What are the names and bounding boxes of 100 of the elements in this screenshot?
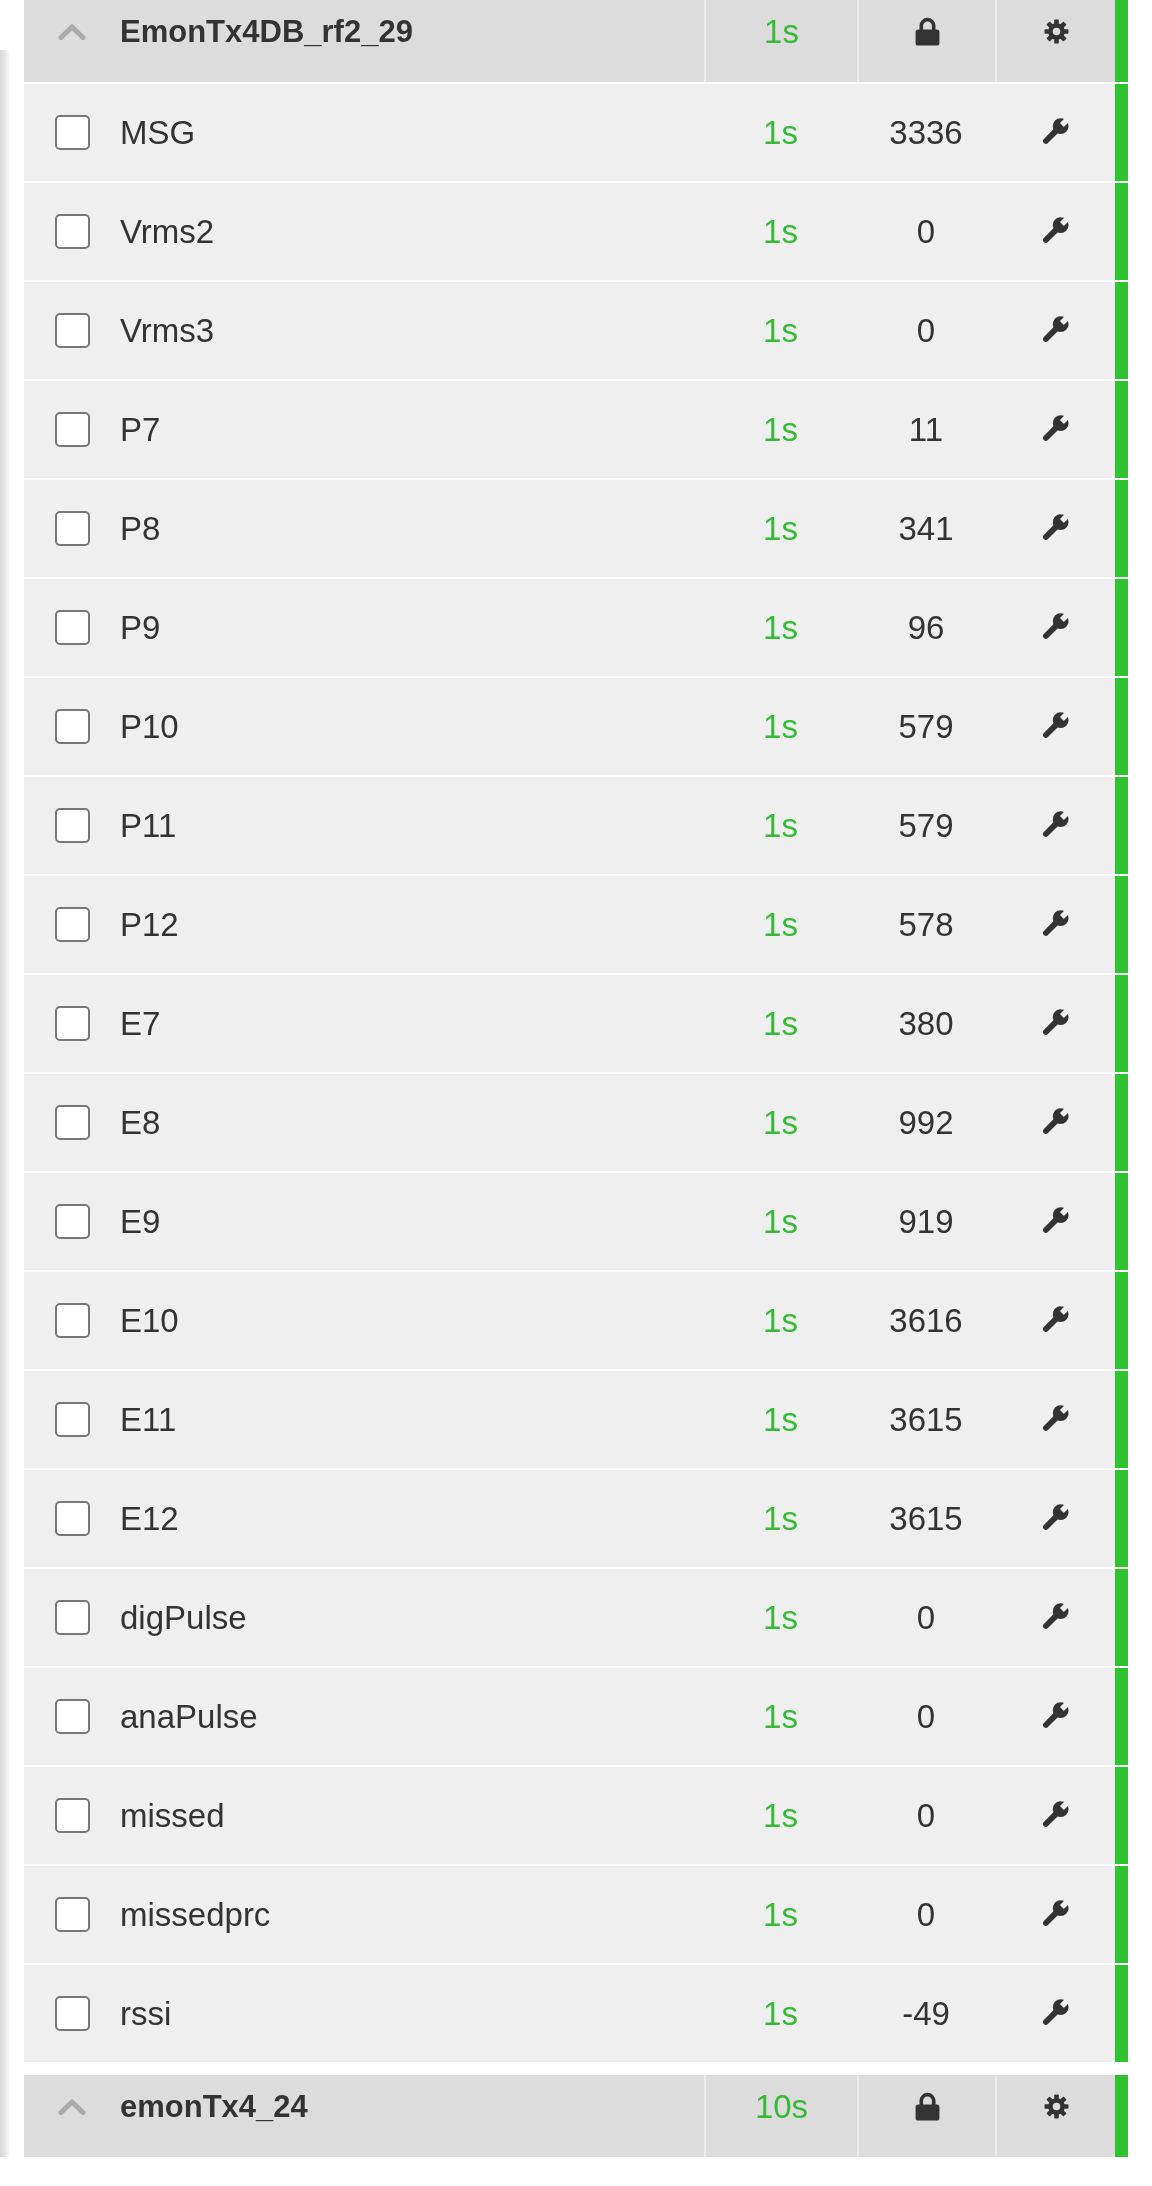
- input-name: missedprc: [120, 1895, 271, 1934]
- update-time: 1s: [763, 1895, 798, 1934]
- input-name: P9: [120, 608, 161, 647]
- input-value: 579: [898, 806, 954, 845]
- input-value: 380: [898, 1004, 954, 1043]
- checkbox[interactable]: [54, 1006, 90, 1041]
- checkbox[interactable]: [54, 1105, 90, 1140]
- checkbox[interactable]: [54, 1204, 90, 1239]
- input-value: 11: [908, 410, 944, 449]
- wrench-icon[interactable]: [1040, 415, 1070, 444]
- padlock-icon: [913, 2092, 941, 2121]
- checkbox[interactable]: [54, 1303, 90, 1338]
- update-time: 1s: [763, 1499, 798, 1538]
- update-time: 1s: [763, 1202, 798, 1241]
- checkbox[interactable]: [54, 1600, 90, 1635]
- update-time: 1s: [763, 311, 798, 350]
- wrench-icon[interactable]: [1040, 910, 1070, 939]
- input-value: 579: [898, 707, 954, 746]
- input-value: 0: [916, 311, 936, 350]
- input-name: P8: [120, 509, 161, 548]
- wrench-icon[interactable]: [1040, 1207, 1070, 1236]
- update-time: 1s: [763, 806, 798, 845]
- input-name: missed: [120, 1796, 225, 1835]
- update-time: 1s: [763, 707, 798, 746]
- update-time: 1s: [763, 509, 798, 548]
- wrench-icon[interactable]: [1040, 712, 1070, 741]
- input-name: E11: [120, 1400, 177, 1439]
- input-value: 0: [916, 1895, 936, 1934]
- input-value: 3616: [889, 1301, 963, 1340]
- wrench-icon[interactable]: [1040, 1009, 1070, 1038]
- input-value: 992: [898, 1103, 954, 1142]
- input-name: P10: [120, 707, 179, 746]
- checkbox[interactable]: [54, 610, 90, 645]
- checkbox[interactable]: [54, 412, 90, 447]
- input-name: P11: [120, 806, 177, 845]
- wrench-icon[interactable]: [1040, 1999, 1070, 2028]
- wrench-icon[interactable]: [1040, 1603, 1070, 1632]
- wrench-icon[interactable]: [1040, 613, 1070, 642]
- checkbox[interactable]: [54, 1699, 90, 1734]
- input-name: rssi: [120, 1994, 172, 2033]
- input-name: Vrms2: [120, 212, 215, 251]
- update-time: 1s: [763, 1697, 798, 1736]
- input-name: anaPulse: [120, 1697, 258, 1736]
- input-name: P7: [120, 410, 161, 449]
- wrench-icon[interactable]: [1040, 316, 1070, 345]
- wrench-icon[interactable]: [1040, 217, 1070, 246]
- checkbox[interactable]: [54, 1996, 90, 2031]
- node-name: emonTx4_24: [120, 2088, 308, 2125]
- input-name: E12: [120, 1499, 179, 1538]
- input-value: 341: [898, 509, 954, 548]
- input-name: digPulse: [120, 1598, 247, 1637]
- wrench-icon[interactable]: [1040, 1108, 1070, 1137]
- checkbox[interactable]: [54, 511, 90, 546]
- checkbox[interactable]: [54, 115, 90, 150]
- input-name: P12: [120, 905, 179, 944]
- checkbox[interactable]: [54, 907, 90, 942]
- update-time: 1s: [763, 1103, 798, 1142]
- wrench-icon[interactable]: [1040, 1702, 1070, 1731]
- checkbox[interactable]: [54, 1402, 90, 1437]
- checkbox[interactable]: [54, 709, 90, 744]
- update-time: 1s: [763, 212, 798, 251]
- checkbox[interactable]: [54, 313, 90, 348]
- wrench-icon[interactable]: [1040, 1900, 1070, 1929]
- wrench-icon[interactable]: [1040, 1801, 1070, 1830]
- wrench-icon[interactable]: [1040, 1504, 1070, 1533]
- settings-icon[interactable]: [1043, 19, 1069, 44]
- update-time: 1s: [763, 905, 798, 944]
- input-name: MSG: [120, 113, 196, 152]
- update-time: 1s: [763, 410, 798, 449]
- checkbox[interactable]: [54, 214, 90, 249]
- input-name: E10: [120, 1301, 179, 1340]
- input-name: E8: [120, 1103, 161, 1142]
- input-value: -49: [902, 1994, 950, 2033]
- input-value: 3336: [889, 113, 963, 152]
- input-value: 3615: [889, 1499, 963, 1538]
- input-value: 919: [898, 1202, 954, 1241]
- settings-icon[interactable]: [1043, 2094, 1069, 2119]
- input-name: E9: [120, 1202, 161, 1241]
- update-time: 1s: [763, 1301, 798, 1340]
- padlock-icon: [913, 17, 941, 46]
- input-value: 0: [916, 1697, 936, 1736]
- input-value: 0: [916, 1796, 936, 1835]
- wrench-icon[interactable]: [1040, 514, 1070, 543]
- wrench-icon[interactable]: [1040, 1405, 1070, 1434]
- checkbox[interactable]: [54, 1798, 90, 1833]
- update-time: 1s: [764, 12, 799, 51]
- input-value: 0: [916, 212, 936, 251]
- checkbox[interactable]: [54, 1897, 90, 1932]
- wrench-icon[interactable]: [1040, 811, 1070, 840]
- checkbox[interactable]: [54, 1501, 90, 1536]
- update-time: 1s: [763, 1796, 798, 1835]
- update-time: 1s: [763, 1004, 798, 1043]
- update-time: 10s: [754, 2087, 809, 2126]
- wrench-icon[interactable]: [1040, 1306, 1070, 1335]
- input-name: E7: [120, 1004, 161, 1043]
- update-time: 1s: [763, 1400, 798, 1439]
- wrench-icon[interactable]: [1040, 118, 1070, 147]
- update-time: 1s: [763, 113, 798, 152]
- checkbox[interactable]: [54, 808, 90, 843]
- input-value: 3615: [889, 1400, 963, 1439]
